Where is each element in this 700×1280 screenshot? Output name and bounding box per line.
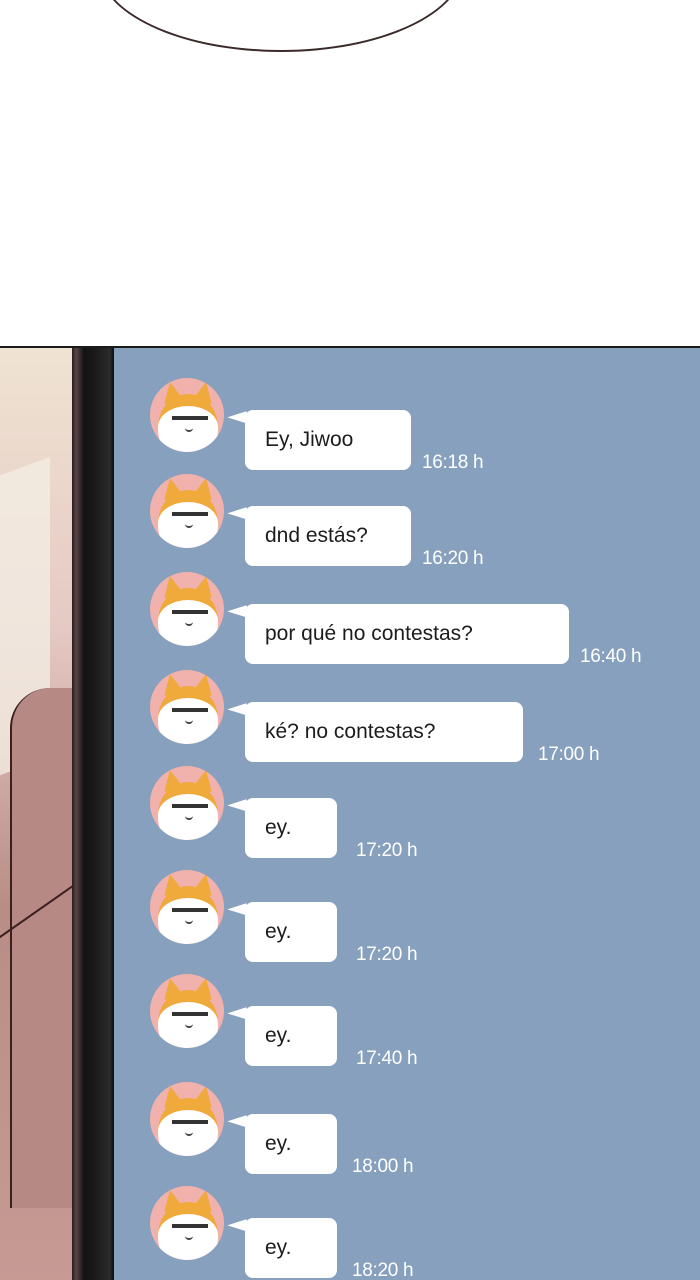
comic-panel: Ey, Jiwoo 16:18 h dnd estás? 16:20 h por…: [0, 346, 700, 1280]
phone-bezel: [72, 348, 114, 1280]
message-bubble[interactable]: ey.: [227, 1218, 337, 1278]
message-row: ey. 17:40 h: [114, 944, 700, 1069]
message-row: ey. 17:20 h: [114, 736, 700, 861]
message-text: ey.: [265, 920, 292, 943]
message-text: ey.: [265, 1236, 292, 1259]
cat-face-icon[interactable]: [150, 1082, 224, 1156]
message-row: dnd estás? 16:20 h: [114, 444, 700, 569]
message-row: ké? no contestas? 17:00 h: [114, 640, 700, 765]
cat-face-icon[interactable]: [150, 1186, 224, 1260]
cat-face-icon[interactable]: [150, 974, 224, 1048]
cat-face-icon[interactable]: [150, 870, 224, 944]
message-row: ey. 18:20 h: [114, 1156, 700, 1280]
cat-face-icon[interactable]: [150, 766, 224, 840]
message-text: ey.: [265, 1132, 292, 1155]
background-illustration: [0, 348, 74, 1280]
chat-screen[interactable]: Ey, Jiwoo 16:18 h dnd estás? 16:20 h por…: [114, 348, 700, 1280]
message-row: ey. 18:00 h: [114, 1052, 700, 1177]
message-row: Ey, Jiwoo 16:18 h: [114, 348, 700, 473]
message-row: por qué no contestas? 16:40 h: [114, 542, 700, 667]
cat-face-icon[interactable]: [150, 572, 224, 646]
message-timestamp: 18:20 h: [352, 1260, 414, 1280]
cat-face-icon[interactable]: [150, 474, 224, 548]
message-text: ey.: [265, 816, 292, 839]
cat-face-icon[interactable]: [150, 670, 224, 744]
message-row: ey. 17:20 h: [114, 840, 700, 965]
cat-face-icon[interactable]: [150, 378, 224, 452]
speech-bubble-fragment: [98, 0, 464, 52]
message-text: ey.: [265, 1024, 292, 1047]
